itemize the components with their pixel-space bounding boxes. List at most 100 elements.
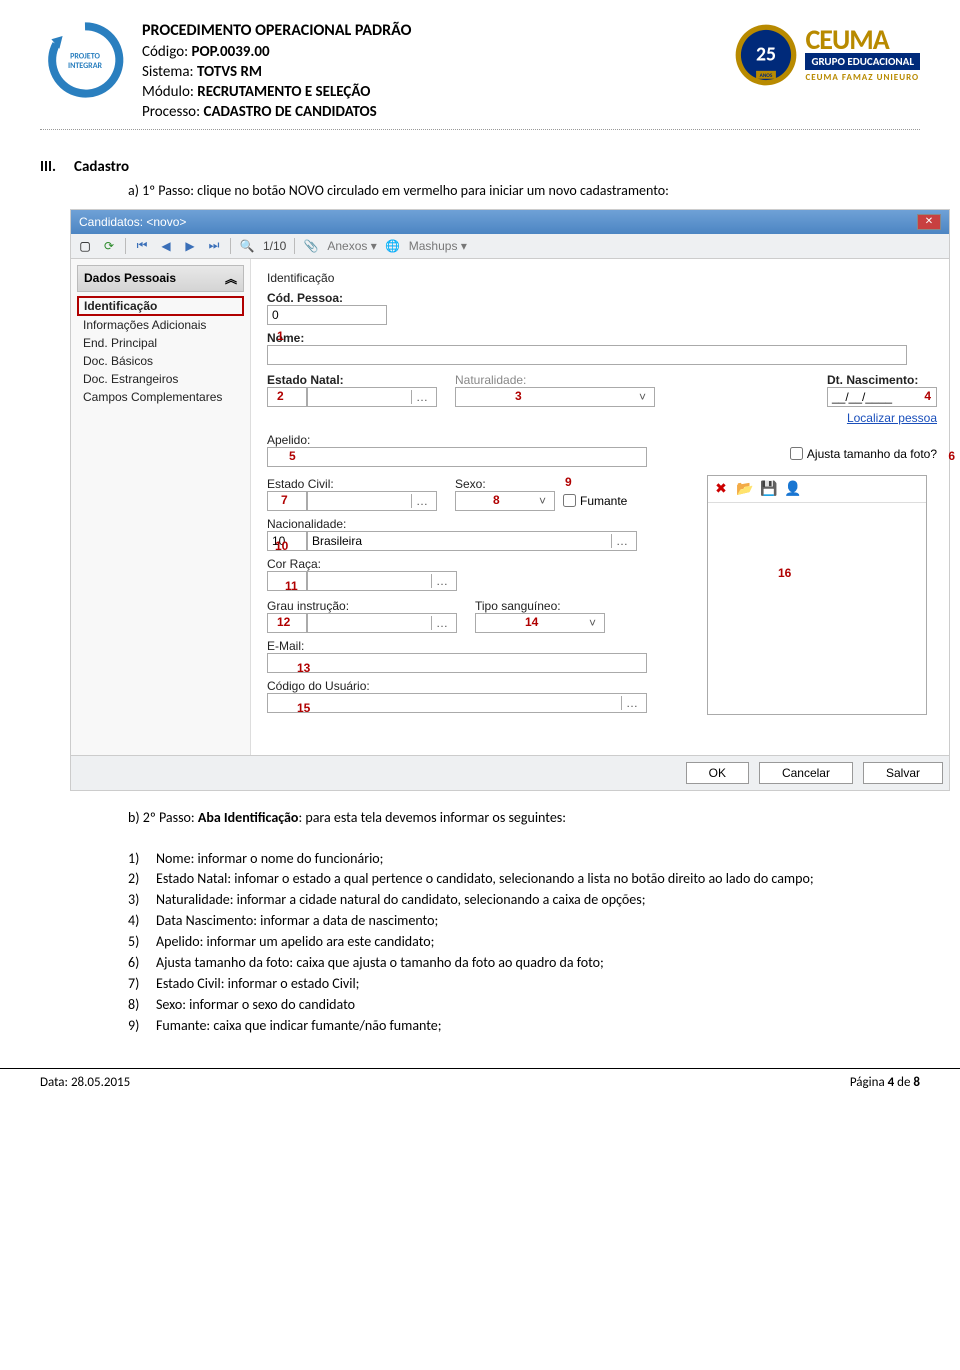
label-estado-natal: Estado Natal: bbox=[267, 373, 437, 387]
ceuma-subtitle: GRUPO EDUCACIONAL bbox=[805, 53, 920, 70]
photo-delete-icon[interactable]: ✖ bbox=[712, 480, 730, 498]
ceuma-schools: CEUMA FAMAZ UNIEURO bbox=[805, 72, 920, 83]
step-a: a) 1º Passo: clique no botão NOVO circul… bbox=[128, 182, 920, 199]
annot-1: 1 bbox=[277, 329, 284, 343]
sidebar-item-identificacao[interactable]: Identificação bbox=[77, 296, 244, 316]
label-email: E-Mail: bbox=[267, 639, 689, 653]
sidebar-item-end-principal[interactable]: End. Principal bbox=[77, 334, 244, 352]
field-cor-raca[interactable]: … bbox=[307, 571, 457, 591]
annot-6: 6 bbox=[948, 449, 955, 463]
checkbox-ajusta-foto[interactable]: Ajusta tamanho da foto? bbox=[790, 447, 937, 461]
checkbox-fumante[interactable]: Fumante bbox=[563, 494, 627, 508]
label-cod-pessoa: Cód. Pessoa: bbox=[267, 291, 937, 305]
mashups-menu[interactable]: Mashups ▾ bbox=[409, 239, 467, 253]
annot-2: 2 bbox=[277, 389, 284, 403]
label-cod-usuario: Código do Usuário: bbox=[267, 679, 689, 693]
field-nacionalidade[interactable]: Brasileira… bbox=[307, 531, 637, 551]
new-icon[interactable]: ▢ bbox=[77, 238, 93, 254]
anexos-menu[interactable]: Anexos ▾ bbox=[327, 239, 376, 253]
field-email[interactable] bbox=[267, 653, 647, 673]
next-icon[interactable]: ▶ bbox=[182, 238, 198, 254]
label-identificacao: Identificação bbox=[267, 271, 937, 285]
separator bbox=[125, 238, 126, 254]
sidebar-item-doc-estrangeiros[interactable]: Doc. Estrangeiros bbox=[77, 370, 244, 388]
annot-3: 3 bbox=[515, 389, 522, 403]
field-nome[interactable] bbox=[267, 345, 907, 365]
field-cod-usuario[interactable]: … bbox=[267, 693, 647, 713]
last-icon[interactable]: ⏭ bbox=[206, 238, 222, 254]
toolbar: ▢ ⟳ ⏮ ◀ ▶ ⏭ 🔍 1/10 📎 Anexos ▾ 🌐 Mashups … bbox=[71, 234, 949, 259]
collapse-icon: ︽ bbox=[225, 270, 237, 287]
label-estado-civil: Estado Civil: bbox=[267, 477, 437, 491]
field-tipo-sanguineo[interactable]: ˅ bbox=[475, 613, 605, 633]
sidebar-item-info-adicionais[interactable]: Informações Adicionais bbox=[77, 316, 244, 334]
app-window: Candidatos: <novo> ✕ ▢ ⟳ ⏮ ◀ ▶ ⏭ 🔍 1/10 … bbox=[70, 209, 950, 791]
annot-8: 8 bbox=[493, 493, 500, 507]
instruction-list: 1)Nome: informar o nome do funcionário; … bbox=[128, 850, 920, 1036]
refresh-icon[interactable]: ⟳ bbox=[101, 238, 117, 254]
field-estado-civil[interactable]: … bbox=[307, 491, 437, 511]
annot-14: 14 bbox=[525, 615, 538, 629]
header-meta: PROCEDIMENTO OPERACIONAL PADRÃO Código: … bbox=[142, 20, 608, 123]
field-dt-nascimento[interactable]: __/__/____ bbox=[827, 387, 937, 407]
annot-16: 16 bbox=[778, 566, 791, 580]
cancel-button[interactable]: Cancelar bbox=[759, 762, 853, 784]
label-nacionalidade: Nacionalidade: bbox=[267, 517, 689, 531]
photo-panel: ✖ 📂 💾 👤 16 bbox=[707, 475, 927, 715]
sidebar-item-doc-basicos[interactable]: Doc. Básicos bbox=[77, 352, 244, 370]
label-naturalidade: Naturalidade: bbox=[455, 373, 655, 387]
pager-text: 1/10 bbox=[263, 239, 286, 253]
svg-text:INTEGRAR: INTEGRAR bbox=[68, 61, 103, 71]
sidebar-header[interactable]: Dados Pessoais ︽ bbox=[77, 265, 244, 292]
prev-icon[interactable]: ◀ bbox=[158, 238, 174, 254]
globe-icon[interactable]: 🌐 bbox=[385, 238, 401, 254]
field-cod-pessoa[interactable]: 0 bbox=[267, 305, 387, 325]
find-icon[interactable]: 🔍 bbox=[239, 238, 255, 254]
annot-7: 7 bbox=[281, 493, 288, 507]
field-naturalidade[interactable]: ˅ bbox=[455, 387, 655, 407]
annot-10: 10 bbox=[275, 539, 288, 553]
separator bbox=[230, 238, 231, 254]
dialog-buttons: OK Cancelar Salvar bbox=[71, 755, 949, 790]
annot-11: 11 bbox=[285, 579, 298, 593]
label-cor-raca: Cor Raça: bbox=[267, 557, 689, 571]
doc-title: PROCEDIMENTO OPERACIONAL PADRÃO bbox=[142, 20, 608, 42]
separator bbox=[294, 238, 295, 254]
photo-open-icon[interactable]: 📂 bbox=[736, 480, 754, 498]
photo-save-icon[interactable]: 💾 bbox=[760, 480, 778, 498]
svg-text:ANOS: ANOS bbox=[760, 73, 773, 79]
annot-4: 4 bbox=[924, 389, 931, 403]
svg-text:PROJETO: PROJETO bbox=[70, 51, 100, 61]
field-grau[interactable]: … bbox=[307, 613, 457, 633]
svg-text:25: 25 bbox=[756, 42, 776, 66]
section-roman: III. bbox=[40, 158, 56, 176]
field-sexo[interactable]: ˅ bbox=[455, 491, 555, 511]
window-titlebar: Candidatos: <novo> ✕ bbox=[71, 210, 949, 234]
first-icon[interactable]: ⏮ bbox=[134, 238, 150, 254]
photo-user-icon[interactable]: 👤 bbox=[784, 480, 802, 498]
label-grau-instrucao: Grau instrução: bbox=[267, 599, 457, 613]
close-button[interactable]: ✕ bbox=[917, 214, 941, 230]
annot-15: 15 bbox=[297, 701, 310, 715]
field-apelido[interactable] bbox=[267, 447, 647, 467]
annot-12: 12 bbox=[277, 615, 290, 629]
save-button[interactable]: Salvar bbox=[863, 762, 943, 784]
label-nome: Nome: bbox=[267, 331, 937, 345]
sidebar: Dados Pessoais ︽ Identificação Informaçõ… bbox=[71, 259, 251, 755]
label-sexo: Sexo: bbox=[455, 477, 627, 491]
label-dt-nascimento: Dt. Nascimento: bbox=[827, 373, 937, 387]
document-header: PROJETO INTEGRAR PROCEDIMENTO OPERACIONA… bbox=[40, 20, 920, 130]
annot-13: 13 bbox=[297, 661, 310, 675]
link-localizar-pessoa[interactable]: Localizar pessoa bbox=[847, 411, 937, 425]
attach-icon[interactable]: 📎 bbox=[303, 238, 319, 254]
window-title: Candidatos: <novo> bbox=[79, 215, 186, 229]
field-estado-natal[interactable]: … bbox=[307, 387, 437, 407]
sidebar-item-campos-complementares[interactable]: Campos Complementares bbox=[77, 388, 244, 406]
ok-button[interactable]: OK bbox=[686, 762, 749, 784]
step-b: b) 2º Passo: Aba Identificação: para est… bbox=[128, 809, 920, 826]
page-footer: Data: 28.05.2015 Página 4 de 8 bbox=[0, 1068, 960, 1100]
field-estado-natal-cod[interactable] bbox=[267, 387, 307, 407]
ceuma-brand: CEUMA bbox=[805, 27, 920, 52]
logo-projeto-integrar: PROJETO INTEGRAR bbox=[40, 20, 130, 100]
logo-ceuma: 25 ANOS CEUMA GRUPO EDUCACIONAL CEUMA FA… bbox=[620, 20, 920, 90]
